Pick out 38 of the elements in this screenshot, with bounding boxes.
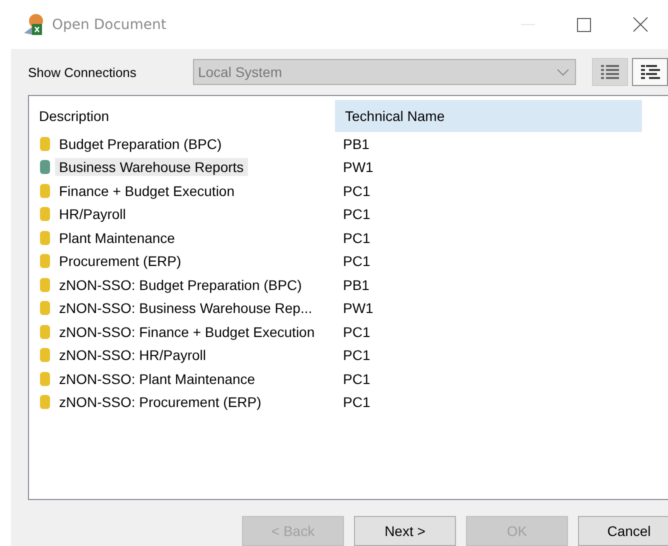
close-icon[interactable]: [632, 17, 648, 32]
list-icon: [600, 64, 620, 80]
technical-name: PC1: [342, 370, 370, 387]
connection-name[interactable]: zNON-SSO: Plant Maintenance: [55, 370, 260, 388]
technical-name: PB1: [342, 136, 370, 152]
technical-name: PC1: [342, 206, 370, 222]
technical-name: PC1: [342, 253, 370, 270]
connection-name[interactable]: Plant Maintenance: [55, 228, 179, 247]
chevron-icon: [557, 68, 570, 76]
list-view-button[interactable]: [592, 58, 628, 86]
technical-name: PB1: [342, 276, 370, 293]
show-connections-label: Show Connections: [28, 64, 138, 80]
connection-name[interactable]: HR/Payroll: [55, 205, 130, 224]
technical-name: PC1: [342, 182, 370, 199]
technical-name: PC1: [342, 394, 370, 410]
technical-name: PC1: [342, 230, 370, 246]
details-view-button[interactable]: [632, 58, 668, 86]
connection-name[interactable]: zNON-SSO: Business Warehouse Rep...: [55, 299, 316, 318]
column-header[interactable]: Technical Name: [335, 100, 642, 132]
connection-name[interactable]: zNON-SSO: Finance + Budget Execution: [55, 322, 319, 341]
window-title: Open Document: [52, 16, 168, 32]
dialog-button[interactable]: Cancel: [578, 516, 668, 546]
connection-name[interactable]: zNON-SSO: Procurement (ERP): [55, 393, 266, 412]
connection-name[interactable]: Procurement (ERP): [55, 252, 186, 270]
dialog-button[interactable]: Next >: [354, 516, 456, 546]
technical-name: PC1: [342, 347, 370, 364]
app-icon: [22, 12, 46, 36]
technical-name: PW1: [342, 159, 374, 176]
connection-name[interactable]: Budget Preparation (BPC): [55, 134, 226, 153]
connection-name[interactable]: zNON-SSO: Budget Preparation (BPC): [55, 276, 306, 294]
connection-name[interactable]: Finance + Budget Execution: [55, 182, 239, 200]
connection-name[interactable]: zNON-SSO: HR/Payroll: [55, 346, 210, 364]
column-header[interactable]: Description: [29, 100, 335, 132]
technical-name: PC1: [342, 324, 370, 340]
maximize-icon[interactable]: [577, 18, 591, 32]
technical-name: PW1: [342, 300, 374, 316]
connection-name[interactable]: Business Warehouse Reports: [55, 158, 248, 176]
details-icon: [640, 64, 660, 80]
